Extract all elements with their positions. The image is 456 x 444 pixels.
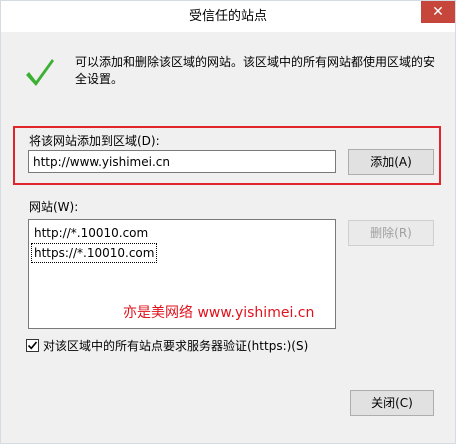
https-checkbox-label: 对该区域中的所有站点要求服务器验证(https:)(S) bbox=[43, 338, 309, 353]
add-button[interactable]: 添加(A) bbox=[348, 149, 434, 175]
title-bar: 受信任的站点 ✕ bbox=[1, 1, 455, 32]
trusted-sites-dialog: 受信任的站点 ✕ 可以添加和删除该区域的网站。该区域中的所有网站都使用区域的安全… bbox=[0, 0, 456, 444]
window-close-button[interactable]: ✕ bbox=[421, 1, 455, 23]
add-site-input[interactable] bbox=[28, 150, 336, 173]
sites-label: 网站(W): bbox=[29, 200, 79, 214]
close-button[interactable]: 关闭(C) bbox=[350, 390, 434, 416]
dialog-title: 受信任的站点 bbox=[188, 9, 267, 24]
check-icon bbox=[23, 57, 57, 91]
dialog-body: 可以添加和删除该区域的网站。该区域中的所有网站都使用区域的安全设置。 将该网站添… bbox=[1, 32, 455, 443]
remove-button[interactable]: 删除(R) bbox=[348, 220, 434, 246]
watermark-text: 亦是美网络 www.yishimei.cn bbox=[123, 305, 315, 321]
https-verification-option[interactable]: 对该区域中的所有站点要求服务器验证(https:)(S) bbox=[26, 337, 308, 353]
info-text: 可以添加和删除该区域的网站。该区域中的所有网站都使用区域的安全设置。 bbox=[75, 55, 436, 86]
close-icon: ✕ bbox=[432, 4, 444, 20]
https-checkbox[interactable] bbox=[26, 338, 39, 352]
add-site-label: 将该网站添加到区域(D): bbox=[29, 134, 160, 148]
list-item[interactable]: http://*.10010.com bbox=[32, 224, 150, 242]
list-item[interactable]: https://*.10010.com bbox=[30, 243, 158, 263]
